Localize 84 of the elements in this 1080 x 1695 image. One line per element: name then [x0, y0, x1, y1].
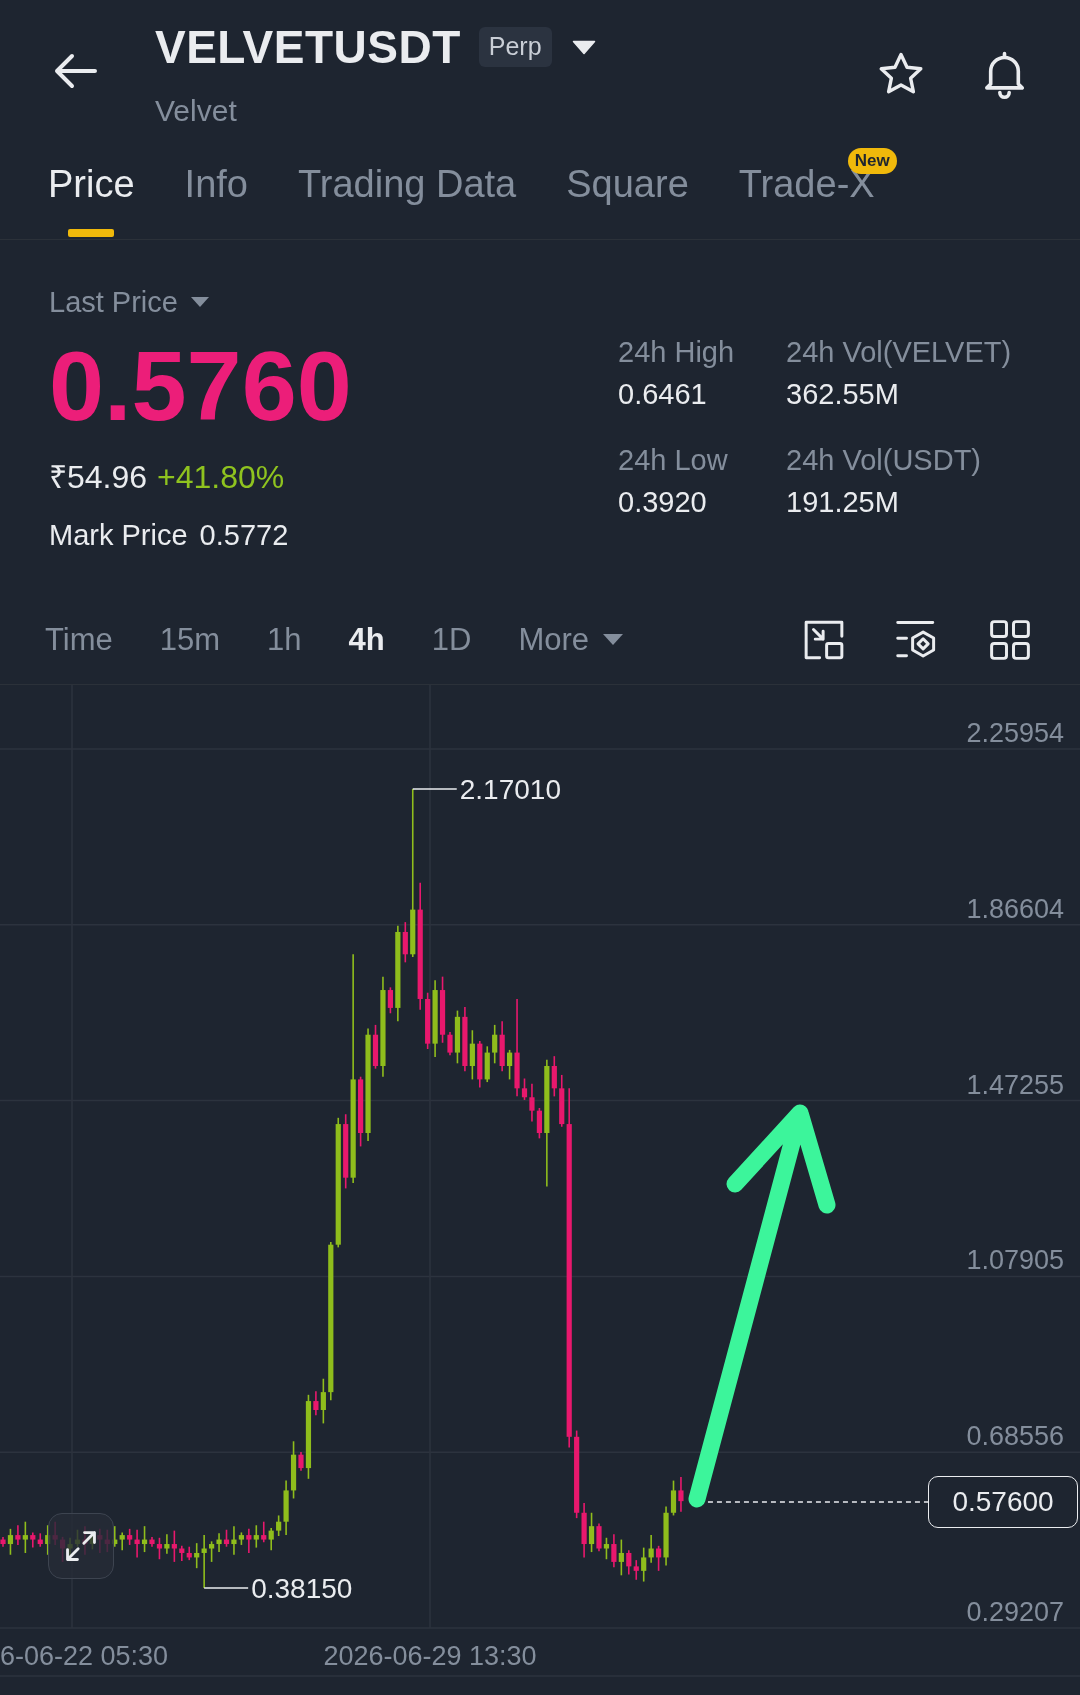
stat-value: 0.6461: [618, 377, 707, 412]
falling-candle: [171, 1529, 177, 1563]
interval-option[interactable]: 4h: [348, 619, 385, 660]
rising-candle: [618, 1538, 624, 1577]
interval-option[interactable]: 15m: [159, 619, 221, 660]
fiat-price: ₹54.96: [49, 458, 148, 497]
low-price-label: 0.38150: [251, 1573, 353, 1605]
price-axis-label: 2.25954: [966, 718, 1064, 748]
rising-candle: [320, 1377, 326, 1425]
falling-candle: [551, 1055, 557, 1098]
rising-candle: [469, 1029, 475, 1081]
back-arrow-icon[interactable]: [54, 53, 98, 89]
tab[interactable]: Info: [184, 162, 248, 206]
caret-down-icon[interactable]: [571, 39, 596, 55]
symbol-title: VELVETUSDT: [155, 20, 461, 74]
high-price-label: 2.17010: [459, 773, 561, 805]
more-dropdown[interactable]: More: [518, 619, 624, 660]
rising-candle: [268, 1527, 274, 1552]
tab[interactable]: Price: [48, 162, 135, 237]
rising-candle: [507, 1049, 513, 1081]
price-axis-label: 1.07905: [966, 1245, 1064, 1276]
mark-price-label: Mark Price: [49, 518, 188, 553]
time-axis-label: 6-06-22 05:30: [0, 1641, 169, 1671]
falling-candle: [499, 1020, 505, 1073]
caret-down-icon: [602, 633, 624, 646]
leader-line: [203, 1587, 249, 1589]
stat-value: 0.3920: [618, 485, 707, 520]
falling-candle: [596, 1522, 602, 1552]
price-axis-label: 1.47255: [966, 1069, 1064, 1100]
tab[interactable]: Square: [566, 162, 689, 206]
tab-indicator: [68, 229, 115, 237]
rising-candle: [164, 1533, 170, 1555]
falling-candle: [15, 1524, 21, 1546]
price-axis-label: 0.68556: [966, 1421, 1064, 1452]
rising-candle: [454, 1009, 461, 1065]
last-price-dropdown[interactable]: Last Price: [49, 284, 210, 320]
falling-candle: [246, 1528, 252, 1554]
contract-type-badge: Perp: [478, 27, 552, 67]
stat-label: 24h Vol(VELVET): [786, 335, 1012, 370]
price-axis-label: 1.86604: [966, 893, 1064, 924]
rising-candle: [588, 1511, 595, 1553]
interval-option[interactable]: 1D: [431, 619, 472, 660]
stat-label: 24h Low: [618, 443, 728, 478]
mark-price-value: 0.5772: [199, 518, 289, 553]
stat-value: 362.55M: [786, 377, 899, 412]
last-price-tag: 0.57600: [928, 1476, 1078, 1528]
frame-arrow-icon[interactable]: [803, 618, 845, 661]
falling-candle: [298, 1451, 304, 1472]
falling-candle: [313, 1390, 319, 1417]
rising-candle: [484, 1045, 490, 1083]
stat-value: 191.25M: [786, 485, 899, 520]
interval-option[interactable]: 1h: [267, 619, 302, 660]
rising-candle: [492, 1024, 498, 1065]
falling-candle: [402, 921, 408, 964]
symbol-subtitle: Velvet: [155, 93, 237, 129]
expand-button[interactable]: [48, 1513, 114, 1579]
falling-candle: [372, 1024, 379, 1070]
falling-candle: [0, 1536, 6, 1548]
rising-candle: [141, 1525, 148, 1553]
price-change: +41.80%: [157, 458, 285, 497]
rising-candle: [603, 1537, 610, 1561]
falling-candle: [611, 1533, 617, 1569]
falling-candle: [678, 1476, 684, 1513]
falling-candle: [656, 1545, 662, 1572]
time-axis-label: 2026-06-29 13:30: [323, 1641, 537, 1671]
last-price-value: 0.5760: [49, 336, 352, 436]
rising-candle: [22, 1520, 28, 1554]
interval-option[interactable]: Time: [45, 619, 113, 660]
stat-label: 24h High: [618, 335, 735, 370]
price-axis-label: 0.29207: [966, 1597, 1064, 1627]
falling-candle: [261, 1520, 267, 1544]
falling-candle: [387, 986, 393, 1015]
grid-icon[interactable]: [989, 618, 1031, 661]
rising-candle: [253, 1524, 259, 1549]
falling-candle: [477, 1040, 483, 1089]
caret-down-icon: [189, 296, 210, 308]
falling-candle: [223, 1528, 230, 1548]
tab[interactable]: Trading Data: [297, 162, 517, 206]
falling-candle: [425, 991, 431, 1050]
expand-icon: [64, 1529, 98, 1563]
rising-candle: [7, 1528, 14, 1556]
falling-candle: [462, 1006, 468, 1073]
leader-line: [412, 788, 458, 790]
stat-label: 24h Vol(USDT): [786, 443, 981, 478]
